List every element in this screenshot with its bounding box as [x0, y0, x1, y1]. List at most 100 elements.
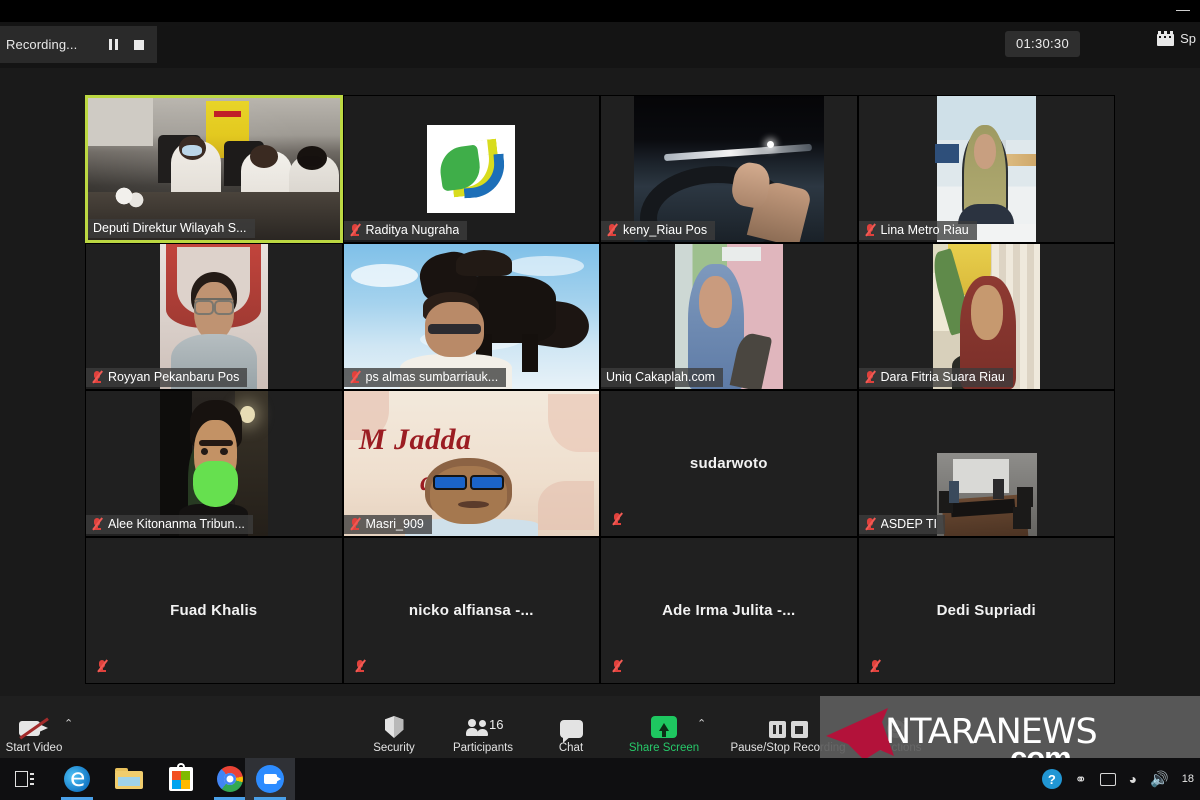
participant-tile[interactable]: M Jadda ada Masri_909	[342, 390, 600, 537]
chrome-browser-icon	[217, 766, 243, 792]
mic-muted-icon	[354, 659, 366, 673]
share-options-caret-icon[interactable]: ⌃	[697, 717, 706, 730]
participant-name-label: Dara Fitria Suara Riau	[858, 368, 1013, 387]
participant-name: Lina Metro Riau	[880, 223, 969, 237]
stop-icon[interactable]	[790, 721, 808, 738]
participant-tile[interactable]: Alee Kitonanma Tribun...	[85, 390, 343, 537]
stop-icon	[133, 39, 144, 50]
mic-muted-icon	[864, 223, 876, 237]
monitor-icon[interactable]	[1099, 772, 1116, 786]
participant-count: 16	[489, 717, 504, 732]
minimize-icon[interactable]	[1176, 10, 1190, 11]
gallery-row: Fuad Khalis nicko alfiansa -... Ade Irma…	[85, 537, 1115, 684]
participant-name: Alee Kitonanma Tribun...	[108, 517, 245, 531]
participant-name-label: Alee Kitonanma Tribun...	[86, 515, 253, 534]
mic-muted-icon	[864, 517, 876, 531]
meeting-header: Recording... 01:30:30 Sp	[0, 22, 1200, 68]
participant-name: sudarwoto	[689, 455, 768, 472]
participant-tile[interactable]: Dara Fitria Suara Riau	[857, 243, 1115, 390]
participant-name: nicko alfiansa -...	[408, 602, 534, 619]
participant-tile[interactable]: ASDEP TI	[857, 390, 1115, 537]
view-switch-button[interactable]: Sp	[1157, 31, 1196, 46]
recording-indicator-group: Recording...	[0, 26, 158, 63]
mic-muted-icon	[96, 659, 108, 673]
view-switch-label: Sp	[1180, 31, 1196, 46]
taskbar-item-microsoft-store[interactable]	[156, 758, 206, 800]
participant-tile[interactable]: Raditya Nugraha	[342, 95, 600, 243]
participants-button[interactable]: 16 Participants	[433, 712, 533, 754]
speaker-mute-icon[interactable]: 🔊	[1150, 770, 1169, 788]
pause-recording-button[interactable]	[103, 34, 124, 55]
participant-tile[interactable]: Ade Irma Julita -...	[600, 537, 858, 684]
people-icon: 16	[466, 712, 504, 738]
participant-name: Royyan Pekanbaru Pos	[108, 370, 240, 384]
task-view-icon	[15, 771, 35, 787]
meeting-timer: 01:30:30	[1004, 31, 1080, 57]
zoom-camera-icon	[256, 765, 284, 793]
background-banner-text-line1: M Jadda	[358, 422, 472, 456]
participant-tile[interactable]: Lina Metro Riau	[857, 95, 1115, 243]
share-up-arrow-icon	[651, 712, 677, 738]
mic-muted-icon	[611, 659, 623, 673]
camera-off-icon	[19, 712, 49, 740]
system-tray: ? ⚭ ◕ 🔊 18	[1041, 758, 1194, 800]
participant-tile[interactable]: Deputi Direktur Wilayah S...	[85, 95, 343, 243]
gallery-row: Alee Kitonanma Tribun... M Jadda ada	[85, 390, 1115, 537]
participant-tile[interactable]: keny_Riau Pos	[600, 95, 858, 243]
video-options-caret-icon[interactable]: ⌃	[64, 717, 73, 730]
taskbar-item-file-explorer[interactable]	[104, 758, 154, 800]
participant-name-label: Royyan Pekanbaru Pos	[86, 368, 248, 387]
participant-name-label: ps almas sumbarriauk...	[343, 368, 507, 387]
clock[interactable]: 18	[1182, 773, 1194, 785]
start-video-label: Start Video	[5, 742, 63, 754]
participant-name: ASDEP TI	[880, 517, 938, 531]
participant-tile[interactable]: Fuad Khalis	[85, 537, 343, 684]
participant-tile[interactable]: Dedi Supriadi	[857, 537, 1115, 684]
participant-tile[interactable]: nicko alfiansa -...	[342, 537, 600, 684]
participant-name: Masri_909	[365, 517, 424, 531]
zoom-meeting-window: Recording... 01:30:30 Sp Deputi Direktur…	[0, 0, 1200, 800]
participant-name-label: ASDEP TI	[858, 515, 946, 534]
mic-muted-icon	[349, 517, 361, 531]
mic-muted-icon	[91, 517, 103, 531]
mic-muted-icon	[864, 370, 876, 384]
participant-name-label: Deputi Direktur Wilayah S...	[88, 219, 255, 238]
participant-name-label: keny_Riau Pos	[601, 221, 716, 240]
security-label: Security	[373, 742, 415, 754]
participant-tile[interactable]: Royyan Pekanbaru Pos	[85, 243, 343, 390]
recording-controls-icon	[768, 712, 808, 738]
mic-muted-icon	[349, 370, 361, 384]
people-share-icon[interactable]: ⚭	[1075, 771, 1087, 788]
participant-name: Fuad Khalis	[170, 602, 258, 619]
window-title-bar	[0, 0, 1200, 22]
taskbar-item-zoom[interactable]	[245, 758, 295, 800]
share-screen-label: Share Screen	[628, 742, 700, 754]
pause-icon	[109, 39, 119, 50]
wifi-icon[interactable]: ◕	[1129, 771, 1137, 787]
chat-button[interactable]: Chat	[521, 712, 621, 754]
taskbar-item-edge[interactable]	[52, 758, 102, 800]
mic-muted-icon	[869, 659, 881, 673]
participant-tile[interactable]: sudarwoto	[600, 390, 858, 537]
leaf-logo-icon	[427, 125, 516, 213]
participant-tile[interactable]: ps almas sumbarriauk...	[342, 243, 600, 390]
pause-icon[interactable]	[768, 721, 786, 738]
mic-muted-icon	[606, 223, 618, 237]
folder-icon	[115, 768, 143, 790]
store-bag-icon	[169, 763, 193, 791]
participant-name: keny_Riau Pos	[623, 223, 708, 237]
chat-bubble-icon	[559, 712, 583, 743]
mic-muted-icon	[349, 223, 361, 237]
taskbar-item-task-view[interactable]	[0, 758, 50, 800]
participant-name: Deputi Direktur Wilayah S...	[93, 221, 247, 235]
security-button[interactable]: Security	[344, 712, 444, 754]
stop-recording-button[interactable]	[128, 34, 149, 55]
gallery-row: Royyan Pekanbaru Pos ps almas sumbarriau…	[85, 243, 1115, 390]
calendar-icon	[1157, 31, 1175, 46]
shield-icon	[384, 712, 404, 738]
participant-tile[interactable]: Uniq Cakaplah.com	[600, 243, 858, 390]
participant-name-label: Masri_909	[343, 515, 432, 534]
mic-muted-icon	[611, 512, 623, 526]
help-icon[interactable]: ?	[1041, 769, 1062, 789]
participant-name: Dedi Supriadi	[936, 602, 1036, 619]
